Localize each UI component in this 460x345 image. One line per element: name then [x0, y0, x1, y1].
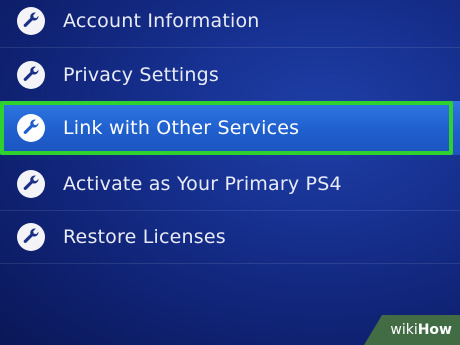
menu-item-privacy-settings[interactable]: Privacy Settings	[0, 48, 460, 102]
menu-item-restore-licenses[interactable]: Restore Licenses	[0, 210, 460, 264]
menu-item-label: Activate as Your Primary PS4	[63, 173, 342, 195]
divider	[0, 263, 460, 264]
wrench-icon	[17, 223, 45, 251]
watermark-logo: wiki How	[364, 315, 460, 345]
menu-item-label: Link with Other Services	[63, 117, 300, 139]
menu-item-label: Restore Licenses	[63, 226, 226, 248]
wrench-icon	[17, 170, 45, 198]
menu-item-link-with-other-services[interactable]: Link with Other Services	[0, 101, 460, 155]
wrench-icon	[17, 7, 45, 35]
menu-item-activate-primary-ps4[interactable]: Activate as Your Primary PS4	[0, 157, 460, 211]
menu-item-account-information[interactable]: Account Information	[0, 0, 460, 48]
menu-item-label: Privacy Settings	[63, 64, 219, 86]
watermark-text-bold: How	[417, 322, 452, 338]
wrench-icon	[17, 114, 45, 142]
wrench-icon	[17, 61, 45, 89]
menu-item-label: Account Information	[63, 10, 260, 32]
watermark-text: wiki	[390, 322, 418, 338]
